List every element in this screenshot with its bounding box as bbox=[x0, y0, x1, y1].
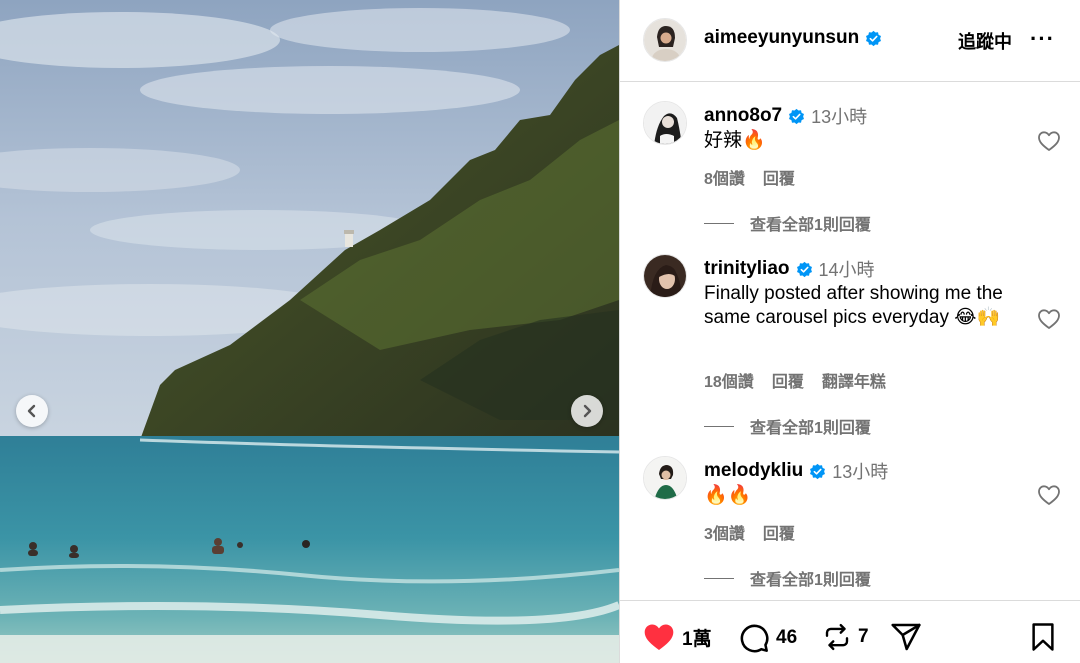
comment-avatar[interactable] bbox=[643, 456, 687, 500]
send-icon bbox=[891, 623, 921, 651]
comment-bubble-icon bbox=[740, 624, 769, 653]
more-options-button[interactable]: ··· bbox=[1030, 28, 1055, 50]
bookmark-icon bbox=[1032, 623, 1054, 651]
comment-avatar[interactable] bbox=[643, 254, 687, 298]
comment-meta: 18個讚 回覆 翻譯年糕 bbox=[704, 368, 886, 392]
comment-like-heart-icon[interactable] bbox=[1037, 308, 1061, 330]
comment-username[interactable]: trinityliao bbox=[704, 258, 790, 280]
view-replies-button[interactable]: 查看全部1則回覆 bbox=[704, 414, 871, 438]
comment-username[interactable]: anno8o7 bbox=[704, 105, 782, 127]
repost-count[interactable]: 7 bbox=[858, 626, 869, 648]
comment-timestamp[interactable]: 13小時 bbox=[832, 458, 888, 484]
translate-button[interactable]: 翻譯年糕 bbox=[822, 368, 886, 392]
comment-reply-button[interactable]: 回覆 bbox=[763, 165, 795, 189]
replies-divider-line bbox=[704, 425, 734, 427]
view-replies-label[interactable]: 查看全部1則回覆 bbox=[750, 211, 871, 235]
author-username-text[interactable]: aimeeyunyunsun bbox=[704, 27, 859, 49]
comment-reply-button[interactable]: 回覆 bbox=[772, 368, 804, 392]
following-button[interactable]: 追蹤中 bbox=[958, 28, 1012, 54]
comment-like-heart-icon[interactable] bbox=[1037, 130, 1061, 152]
save-button[interactable] bbox=[1030, 622, 1056, 652]
chevron-left-icon bbox=[27, 404, 36, 418]
carousel-next-button[interactable] bbox=[571, 395, 603, 427]
comment-header: trinityliao 14小時 bbox=[704, 256, 875, 282]
comment-like-count[interactable]: 3個讚 bbox=[704, 520, 745, 544]
author-avatar[interactable] bbox=[643, 18, 687, 62]
post-action-bar: 1萬 46 7 bbox=[620, 600, 1080, 663]
verified-badge-icon bbox=[789, 108, 805, 124]
post-side-panel: aimeeyunyunsun 追蹤中 ··· anno8o7 13小時 好辣🔥 … bbox=[619, 0, 1080, 663]
post-photo bbox=[0, 0, 619, 663]
repost-icon bbox=[825, 623, 849, 651]
view-replies-label[interactable]: 查看全部1則回覆 bbox=[750, 566, 871, 590]
comment-count[interactable]: 46 bbox=[776, 627, 797, 649]
comment-text: Finally posted after showing me the same… bbox=[704, 283, 1003, 328]
comment-header: melodykliu 13小時 bbox=[704, 458, 888, 484]
post-header: aimeeyunyunsun 追蹤中 ··· bbox=[620, 0, 1080, 82]
comment-timestamp[interactable]: 13小時 bbox=[811, 103, 867, 129]
beach-cliff-image bbox=[0, 0, 619, 663]
carousel-prev-button[interactable] bbox=[16, 395, 48, 427]
verified-badge-icon bbox=[796, 261, 812, 277]
repost-button[interactable]: 7 bbox=[822, 622, 869, 652]
comment-like-heart-icon[interactable] bbox=[1037, 484, 1061, 506]
comment-text: 🔥🔥 bbox=[704, 485, 752, 506]
comment-text: 好辣🔥 bbox=[704, 130, 766, 151]
comment-username[interactable]: melodykliu bbox=[704, 460, 803, 482]
like-count[interactable]: 1萬 bbox=[682, 624, 712, 651]
comment-button[interactable]: 46 bbox=[738, 622, 797, 654]
verified-badge-icon bbox=[866, 30, 882, 46]
comment-like-count[interactable]: 8個讚 bbox=[704, 165, 745, 189]
comment-reply-button[interactable]: 回覆 bbox=[763, 520, 795, 544]
replies-divider-line bbox=[704, 222, 734, 224]
comment-avatar[interactable] bbox=[643, 101, 687, 145]
view-replies-button[interactable]: 查看全部1則回覆 bbox=[704, 566, 871, 590]
author-username[interactable]: aimeeyunyunsun bbox=[704, 27, 882, 49]
like-button[interactable]: 1萬 bbox=[642, 622, 712, 652]
verified-badge-icon bbox=[810, 463, 826, 479]
view-replies-button[interactable]: 查看全部1則回覆 bbox=[704, 211, 871, 235]
share-button[interactable] bbox=[890, 622, 922, 652]
comment-timestamp[interactable]: 14小時 bbox=[819, 256, 875, 282]
replies-divider-line bbox=[704, 577, 734, 579]
comment-header: anno8o7 13小時 bbox=[704, 103, 867, 129]
view-replies-label[interactable]: 查看全部1則回覆 bbox=[750, 414, 871, 438]
comment-meta: 3個讚 回覆 bbox=[704, 520, 795, 544]
heart-icon bbox=[644, 624, 674, 650]
chevron-right-icon bbox=[583, 404, 592, 418]
comment-like-count[interactable]: 18個讚 bbox=[704, 368, 754, 392]
comment-meta: 8個讚 回覆 bbox=[704, 165, 795, 189]
